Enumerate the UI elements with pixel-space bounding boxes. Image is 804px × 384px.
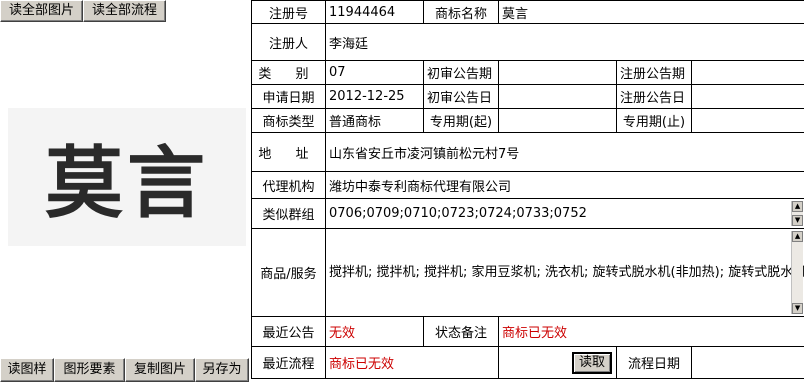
address-label: 地 址 bbox=[251, 132, 326, 172]
status-note-label: 状态备注 bbox=[423, 316, 499, 347]
prelim-pub-date-value bbox=[498, 84, 617, 109]
exclusive-start-label: 专用期(起) bbox=[423, 108, 499, 133]
tm-type-value: 普通商标 bbox=[325, 108, 424, 133]
registrant-label: 注册人 bbox=[251, 23, 326, 61]
prelim-pub-no-label: 初审公告期 bbox=[423, 60, 499, 85]
category-label: 类 别 bbox=[251, 60, 326, 85]
trademark-info-table: 注册号 11944464 商标名称 莫言 注册人 李海廷 类 别 07 初审公告… bbox=[251, 0, 804, 379]
goods-services-value: 搅拌机; 搅拌机; 搅拌机; 家用豆浆机; 洗衣机; 旋转式脱水机(非加热); … bbox=[329, 265, 804, 280]
save-as-button[interactable]: 另存为 bbox=[195, 358, 249, 382]
read-button[interactable]: 读取 bbox=[571, 351, 612, 374]
exclusive-end-value bbox=[690, 108, 804, 133]
scroll-up-icon[interactable]: ▲ bbox=[792, 201, 804, 212]
latest-flow-value: 商标已无效 bbox=[325, 346, 499, 379]
tm-type-label: 商标类型 bbox=[251, 108, 326, 133]
read-all-flows-button[interactable]: 读全部流程 bbox=[83, 0, 166, 22]
exclusive-end-label: 专用期(止) bbox=[616, 108, 692, 133]
category-value: 07 bbox=[325, 60, 424, 85]
goods-services-label: 商品/服务 bbox=[251, 228, 326, 317]
exclusive-start-value bbox=[498, 108, 617, 133]
reg-no-value: 11944464 bbox=[325, 0, 424, 24]
reg-pub-no-value bbox=[690, 60, 804, 85]
agency-value: 潍坊中泰专利商标代理有限公司 bbox=[324, 171, 804, 199]
reg-no-label: 注册号 bbox=[251, 0, 326, 24]
scroll-down-icon[interactable]: ▼ bbox=[792, 303, 804, 314]
prelim-pub-no-value bbox=[498, 60, 617, 85]
trademark-image: 莫言 bbox=[8, 108, 246, 246]
read-sample-button[interactable]: 读图样 bbox=[0, 358, 54, 382]
read-button-cell: 读取 bbox=[498, 346, 617, 379]
flow-date-value bbox=[690, 346, 804, 379]
scroll-up-icon[interactable]: ▲ bbox=[792, 231, 804, 242]
latest-notice-label: 最近公告 bbox=[251, 316, 326, 347]
tm-name-value: 莫言 bbox=[497, 0, 804, 24]
similar-groups-cell: 0706;0709;0710;0723;0724;0733;0752 ▲ ▼ bbox=[324, 198, 804, 229]
reg-pub-date-value bbox=[690, 84, 804, 109]
copy-image-button[interactable]: 复制图片 bbox=[125, 358, 195, 382]
read-all-images-button[interactable]: 读全部图片 bbox=[0, 0, 83, 22]
reg-pub-date-label: 注册公告日 bbox=[616, 84, 692, 109]
similar-groups-value: 0706;0709;0710;0723;0724;0733;0752 bbox=[329, 206, 587, 221]
graphic-elements-button[interactable]: 图形要素 bbox=[54, 358, 125, 382]
latest-notice-value: 无效 bbox=[325, 316, 424, 347]
reg-pub-no-label: 注册公告期 bbox=[616, 60, 692, 85]
flow-date-label: 流程日期 bbox=[616, 346, 692, 379]
apply-date-label: 申请日期 bbox=[251, 84, 326, 109]
trademark-image-text: 莫言 bbox=[44, 138, 209, 229]
address-value: 山东省安丘市凌河镇前松元村7号 bbox=[324, 132, 804, 172]
prelim-pub-date-label: 初审公告日 bbox=[423, 84, 499, 109]
goods-services-cell: 搅拌机; 搅拌机; 搅拌机; 家用豆浆机; 洗衣机; 旋转式脱水机(非加热); … bbox=[324, 228, 804, 317]
latest-flow-label: 最近流程 bbox=[251, 346, 326, 379]
similar-groups-scrollbar[interactable]: ▲ ▼ bbox=[791, 201, 804, 226]
agency-label: 代理机构 bbox=[251, 171, 326, 199]
tm-name-label: 商标名称 bbox=[423, 0, 499, 24]
trademark-info-panel: 注册号 11944464 商标名称 莫言 注册人 李海廷 类 别 07 初审公告… bbox=[251, 0, 804, 384]
goods-services-scrollbar[interactable]: ▲ ▼ bbox=[791, 231, 804, 314]
apply-date-value: 2012-12-25 bbox=[325, 84, 424, 109]
status-note-value: 商标已无效 bbox=[497, 316, 804, 347]
similar-groups-label: 类似群组 bbox=[251, 198, 326, 229]
scroll-down-icon[interactable]: ▼ bbox=[792, 215, 804, 226]
registrant-value: 李海廷 bbox=[324, 23, 804, 61]
